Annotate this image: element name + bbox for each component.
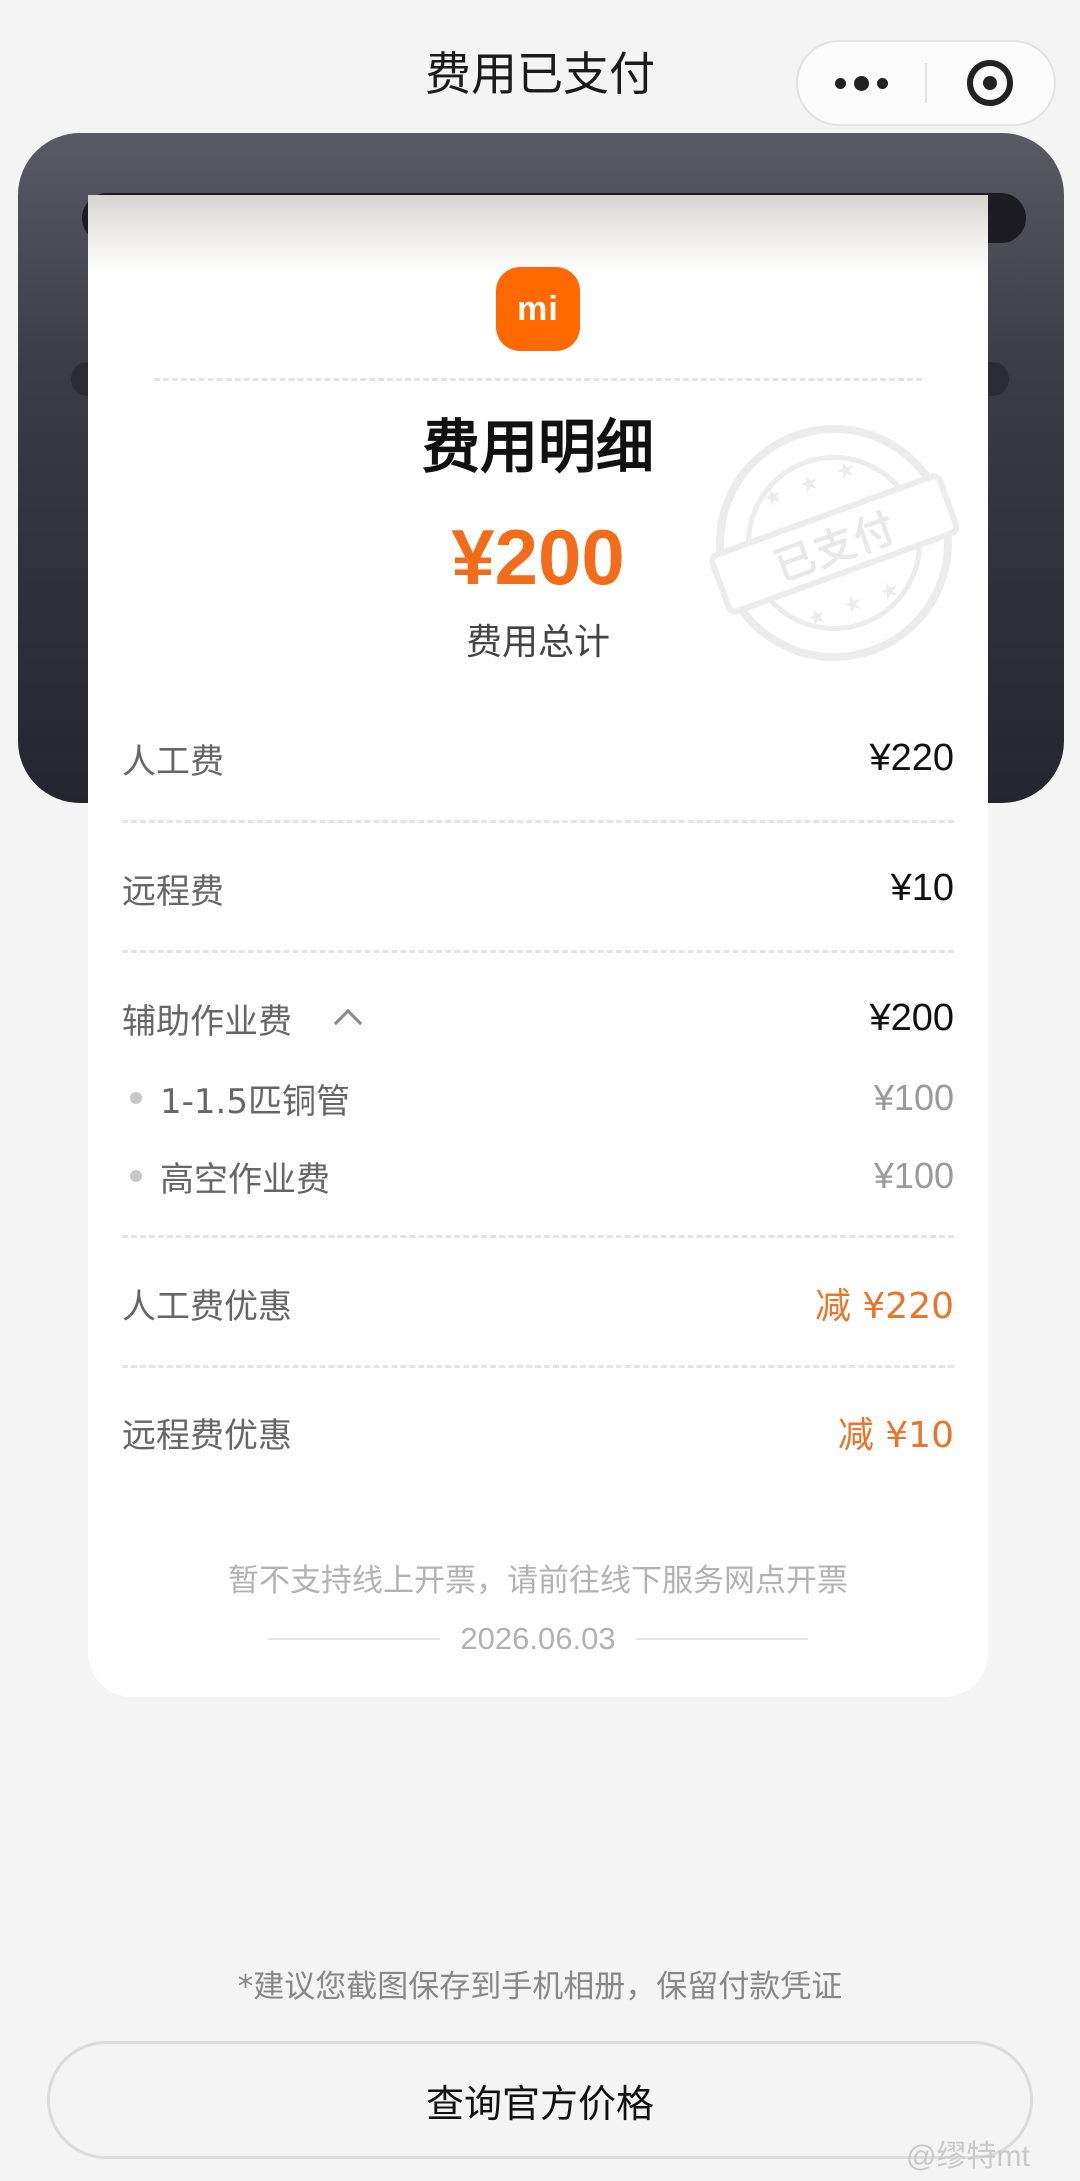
invoice-notice: 暂不支持线上开票，请前往线下服务网点开票 [228,1563,848,1599]
subitem-amount: ¥100 [873,1155,954,1196]
fee-label: 人工费优惠 [122,1286,292,1327]
receipt-shadow [88,195,988,275]
subitem-label: 高空作业费 [160,1159,330,1200]
watermark: @缪特mt [906,2140,1030,2173]
bullet-icon [130,1170,142,1182]
fee-label: 辅助作业费 [122,1001,292,1042]
receipt-date: 2026.06.03 [460,1621,616,1656]
fee-amount: ¥200 [869,996,954,1039]
fee-amount: ¥10 [890,866,954,909]
bullet-icon [130,1092,142,1104]
subitem-label: 1-1.5匹铜管 [160,1081,350,1122]
row-divider [122,950,954,953]
discount-amount: 减 ¥10 [837,1415,954,1456]
fee-label: 远程费 [122,871,224,912]
total-amount: ¥200 [451,513,625,601]
fee-subitem: 高空作业费 ¥100 [122,1151,954,1201]
chevron-up-icon[interactable] [333,1008,363,1038]
fee-row-remote-discount: 远程费优惠 减 ¥10 [122,1402,954,1462]
row-divider [122,820,954,823]
nav-bar: 费用已支付 [0,0,1080,150]
fee-row-auxiliary[interactable]: 辅助作业费 ¥200 [122,988,954,1048]
fee-row-labor: 人工费 ¥220 [122,728,954,788]
receipt-title: 费用明细 [421,413,654,481]
receipt-date-row: 2026.06.03 [88,1617,988,1661]
mi-logo: mi [496,267,580,351]
more-button[interactable] [798,42,925,124]
fee-amount: ¥220 [869,736,954,779]
fee-row-labor-discount: 人工费优惠 减 ¥220 [122,1273,954,1333]
total-label: 费用总计 [465,622,610,663]
fee-label: 人工费 [122,741,224,782]
subitem-amount: ¥100 [873,1077,954,1118]
check-official-price-button[interactable]: 查询官方价格 [47,2041,1033,2159]
receipt-card: mi ★ ★ ★ 已支付 ★ ★ ★ 费用明细 ¥200 费用总计 人工费 ¥2… [88,195,988,1697]
fee-subitem: 1-1.5匹铜管 ¥100 [122,1073,954,1123]
fee-label: 远程费优惠 [122,1415,292,1456]
more-icon [835,77,846,89]
perforation-divider [154,378,922,381]
row-divider [122,1235,954,1238]
save-hint: *建议您截图保存到手机相册，保留付款凭证 [237,1969,843,2005]
close-button[interactable] [927,42,1054,124]
discount-amount: 减 ¥220 [814,1286,954,1327]
row-divider [122,1365,954,1368]
mini-program-capsule [796,40,1056,126]
close-target-icon [967,60,1014,106]
fee-row-remote: 远程费 ¥10 [122,858,954,918]
